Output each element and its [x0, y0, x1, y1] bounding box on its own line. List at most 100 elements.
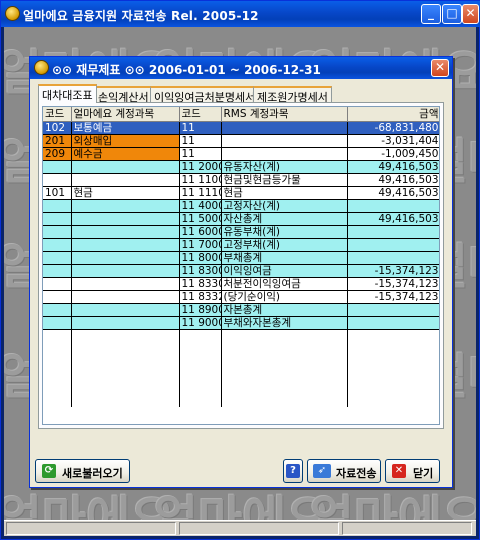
cell-amount[interactable]: 49,416,503 — [347, 186, 439, 200]
table-row[interactable]: 11 6000 유동부채(계) — [43, 225, 439, 239]
cell-rms-code[interactable]: 11 9000 — [179, 316, 222, 330]
tab-manufacturing-cost[interactable]: 제조원가명세서 — [253, 86, 332, 104]
column-header-code[interactable]: 코드 — [43, 107, 72, 122]
table-row[interactable]: 11 7000 고정부채(계) — [43, 238, 439, 252]
table-row[interactable]: 11 2000 유동자산(계) 49,416,503 — [43, 160, 439, 174]
cell-rms-account[interactable]: 고정부채(계) — [221, 238, 348, 252]
cell-code[interactable] — [43, 160, 72, 174]
cell-code[interactable] — [43, 225, 72, 239]
cell-amount[interactable]: -15,374,123 — [347, 264, 439, 278]
dialog-titlebar[interactable]: ⊙⊙ 재무제표 ⊙⊙ 2006-01-01 ~ 2006-12-31 ✕ — [30, 57, 452, 79]
cell-rms-account[interactable] — [221, 121, 348, 135]
cell-account-name[interactable] — [71, 238, 180, 252]
cell-code[interactable] — [43, 212, 72, 226]
cell-account-name[interactable] — [71, 303, 180, 317]
cell-account-name[interactable] — [71, 316, 180, 330]
cell-rms-account[interactable] — [221, 134, 348, 148]
cell-account-name[interactable] — [71, 264, 180, 278]
cell-code[interactable] — [43, 199, 72, 213]
cell-account-name[interactable] — [71, 199, 180, 213]
cell-code[interactable] — [43, 303, 72, 317]
cell-account-name[interactable] — [71, 173, 180, 187]
cell-rms-account[interactable]: 이익잉여금 — [221, 264, 348, 278]
cell-rms-code[interactable]: 11 8300 — [179, 264, 222, 278]
cell-rms-account[interactable]: 처분전이익잉여금 — [221, 277, 348, 291]
cell-account-name[interactable] — [71, 277, 180, 291]
cell-rms-code[interactable]: 11 4000 — [179, 199, 222, 213]
table-row[interactable]: 11 8332 (당기순이익) -15,374,123 — [43, 290, 439, 304]
table-row[interactable]: 11 8900 자본총계 — [43, 303, 439, 317]
table-row[interactable]: 102 보통예금 11 -68,831,480 — [43, 121, 439, 135]
cell-code[interactable] — [43, 290, 72, 304]
column-header-account[interactable]: 얼마에요 계정과목 — [71, 107, 180, 122]
cell-account-name[interactable] — [71, 225, 180, 239]
account-grid[interactable]: 코드 얼마에요 계정과목 코드 RMS 계정과목 금액 102 보통예금 11 -68… — [42, 106, 440, 425]
cell-rms-code[interactable]: 11 6000 — [179, 225, 222, 239]
cell-rms-code[interactable]: 11 1100 — [179, 173, 222, 187]
maximize-button[interactable]: □ — [442, 4, 462, 24]
table-row[interactable]: 11 4000 고정자산(계) — [43, 199, 439, 213]
table-row[interactable]: 11 9000 부채와자본총계 — [43, 316, 439, 330]
cell-rms-code[interactable]: 11 8000 — [179, 251, 222, 265]
cell-amount[interactable] — [347, 199, 439, 213]
cell-account-name[interactable]: 외상매입 — [71, 134, 180, 148]
cell-account-name[interactable] — [71, 290, 180, 304]
cell-rms-code[interactable]: 11 — [179, 121, 222, 135]
tab-retained-earnings[interactable]: 이익잉여금처분명세서 — [150, 86, 260, 104]
cell-code[interactable] — [43, 251, 72, 265]
cell-amount[interactable]: 49,416,503 — [347, 212, 439, 226]
cell-rms-account[interactable]: 유동자산(계) — [221, 160, 348, 174]
cell-code[interactable] — [43, 238, 72, 252]
cell-amount[interactable]: -15,374,123 — [347, 290, 439, 304]
cell-amount[interactable] — [347, 225, 439, 239]
cell-rms-code[interactable]: 11 8330 — [179, 277, 222, 291]
cell-code[interactable]: 201 — [43, 134, 72, 148]
cell-amount[interactable] — [347, 303, 439, 317]
cell-rms-account[interactable]: 부채총계 — [221, 251, 348, 265]
cell-code[interactable]: 209 — [43, 147, 72, 161]
cell-amount[interactable] — [347, 238, 439, 252]
cell-rms-code[interactable]: 11 8332 — [179, 290, 222, 304]
close-window-button[interactable]: ✕ — [462, 4, 479, 24]
cell-code[interactable] — [43, 264, 72, 278]
cell-rms-code[interactable]: 11 5000 — [179, 212, 222, 226]
cell-amount[interactable]: 49,416,503 — [347, 160, 439, 174]
cell-rms-code[interactable]: 11 — [179, 147, 222, 161]
table-row[interactable]: 11 8330 처분전이익잉여금 -15,374,123 — [43, 277, 439, 291]
cell-code[interactable] — [43, 316, 72, 330]
column-header-amount[interactable]: 금액 — [347, 107, 439, 122]
cell-account-name[interactable]: 예수금 — [71, 147, 180, 161]
cell-rms-code[interactable]: 11 2000 — [179, 160, 222, 174]
cell-account-name[interactable] — [71, 251, 180, 265]
cell-rms-account[interactable]: 자본총계 — [221, 303, 348, 317]
cell-account-name[interactable]: 현금 — [71, 186, 180, 200]
cell-code[interactable]: 101 — [43, 186, 72, 200]
cell-code[interactable]: 102 — [43, 121, 72, 135]
table-row[interactable]: 11 8300 이익잉여금 -15,374,123 — [43, 264, 439, 278]
cell-code[interactable] — [43, 173, 72, 187]
cell-rms-account[interactable]: (당기순이익) — [221, 290, 348, 304]
cell-rms-account[interactable]: 유동부채(계) — [221, 225, 348, 239]
column-header-rms-code[interactable]: 코드 — [179, 107, 222, 122]
cell-rms-code[interactable]: 11 8900 — [179, 303, 222, 317]
cell-rms-code[interactable]: 11 1110 — [179, 186, 222, 200]
main-titlebar[interactable]: 얼마에요 금융지원 자료전송 Rel. 2005-12 _ □ ✕ — [1, 1, 480, 27]
cell-amount[interactable] — [347, 316, 439, 330]
cell-amount[interactable]: 49,416,503 — [347, 173, 439, 187]
tab-balance-sheet[interactable]: 대차대조표 — [38, 84, 97, 103]
table-row[interactable]: 11 5000 자산총계 49,416,503 — [43, 212, 439, 226]
transfer-button[interactable]: ➶ 자료전송 — [307, 459, 381, 483]
cell-rms-account[interactable] — [221, 147, 348, 161]
cell-amount[interactable]: -3,031,404 — [347, 134, 439, 148]
cell-code[interactable] — [43, 277, 72, 291]
cell-account-name[interactable]: 보통예금 — [71, 121, 180, 135]
close-button[interactable]: ✕ 닫기 — [385, 459, 440, 483]
cell-amount[interactable]: -68,831,480 — [347, 121, 439, 135]
cell-amount[interactable] — [347, 251, 439, 265]
cell-rms-account[interactable]: 현금및현금등가물 — [221, 173, 348, 187]
cell-account-name[interactable] — [71, 160, 180, 174]
table-row[interactable]: 101 현금 11 1110 현금 49,416,503 — [43, 186, 439, 200]
cell-amount[interactable]: -15,374,123 — [347, 277, 439, 291]
refresh-button[interactable]: ⟳ 새로불러오기 — [35, 459, 130, 483]
cell-rms-account[interactable]: 현금 — [221, 186, 348, 200]
